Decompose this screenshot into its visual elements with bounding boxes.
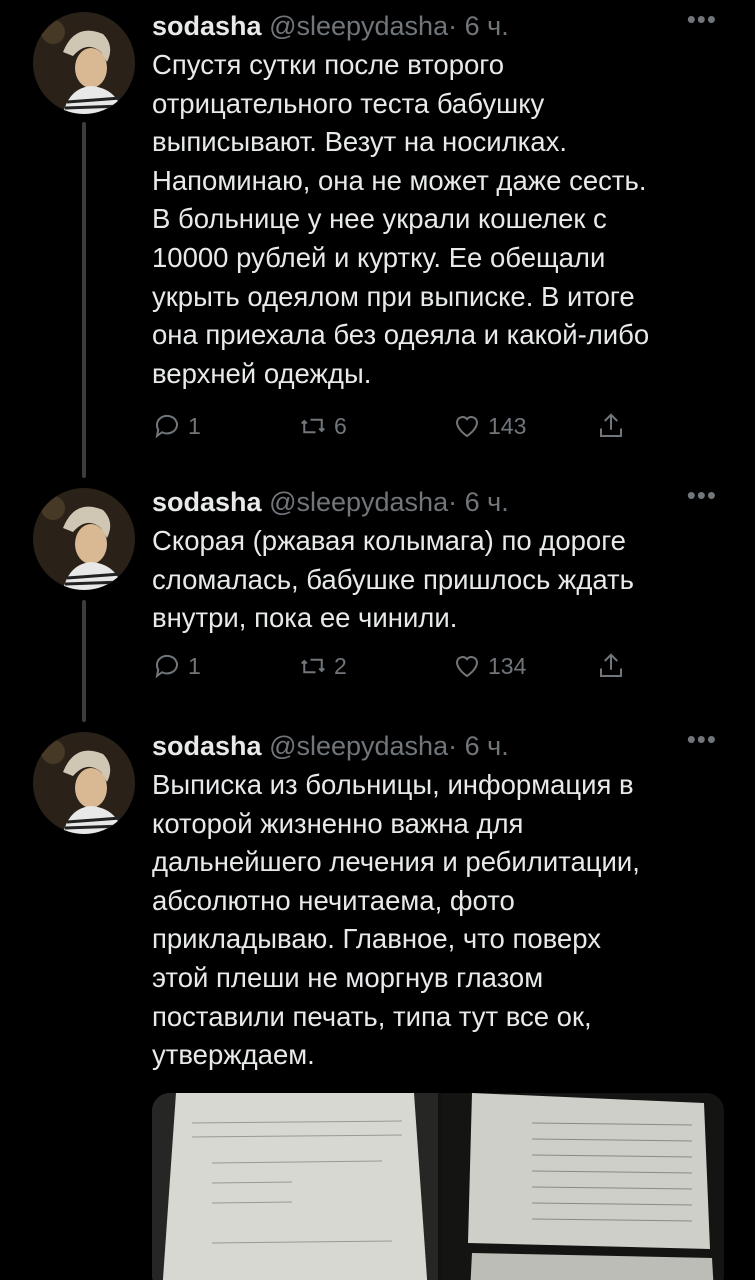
more-icon[interactable]: ••• xyxy=(687,4,717,35)
avatar[interactable] xyxy=(33,488,135,590)
retweet-button[interactable]: 2 xyxy=(298,651,347,681)
separator: · xyxy=(448,11,458,41)
avatar[interactable] xyxy=(33,732,135,834)
photo-1[interactable] xyxy=(152,1093,438,1280)
reply-icon xyxy=(155,654,178,679)
avatar[interactable] xyxy=(33,12,135,114)
author-handle[interactable]: @sleepydasha xyxy=(269,487,448,517)
text-line: этой плеши не моргнув глазом xyxy=(152,961,544,993)
retweet-count: 6 xyxy=(334,412,347,439)
separator: · xyxy=(448,731,458,761)
text-line: поставили печать, типа тут все ок, xyxy=(152,1000,592,1032)
timeline: sodasha @sleepydasha· 6 ч. ••• Спустя су… xyxy=(0,0,755,1280)
retweet-icon xyxy=(301,418,325,434)
tweet-actions: 1 6 143 xyxy=(152,411,652,445)
text-line: она приехала без одеяла и какой-либо xyxy=(152,319,650,351)
reply-count: 1 xyxy=(188,412,201,439)
share-icon xyxy=(600,653,622,677)
text-line: верхней одежды. xyxy=(152,357,372,389)
text-line: Выписка из больницы, информация в xyxy=(152,769,634,800)
like-icon xyxy=(455,416,479,438)
text-line: Напоминаю, она не может даже сесть. xyxy=(152,164,647,196)
tweet-text: Выписка из больницы, информация в которо… xyxy=(152,766,732,1075)
separator: · xyxy=(448,487,458,517)
text-line: 10000 рублей и куртку. Ее обещали xyxy=(152,241,606,273)
more-icon[interactable]: ••• xyxy=(687,724,717,755)
timestamp[interactable]: 6 ч. xyxy=(465,11,509,41)
document-photo-1 xyxy=(152,1093,438,1280)
reply-button[interactable]: 1 xyxy=(152,651,201,681)
author-handle[interactable]: @sleepydasha xyxy=(269,11,448,41)
reply-count: 1 xyxy=(188,652,201,679)
tweet-actions: 1 2 134 xyxy=(152,651,652,685)
photo-2[interactable] xyxy=(442,1093,724,1280)
like-count: 134 xyxy=(488,652,527,679)
author-name[interactable]: sodasha xyxy=(152,11,262,41)
like-icon xyxy=(455,656,479,678)
avatar-image xyxy=(33,732,135,834)
reply-icon xyxy=(155,414,178,439)
like-button[interactable]: 134 xyxy=(452,651,526,681)
media-attachment[interactable] xyxy=(152,1093,724,1280)
text-line: сломалась, бабушке пришлось ждать xyxy=(152,563,634,595)
text-line: внутри, пока ее чинили. xyxy=(152,602,458,634)
text-line: которой жизненно важна для xyxy=(152,807,524,839)
text-line: дальнейшего лечения и ребилитации, xyxy=(152,846,640,878)
text-line: укрыть одеялом при выписке. В итоге xyxy=(152,280,635,312)
thread-line-1 xyxy=(82,122,86,478)
share-icon xyxy=(600,413,622,437)
author-name[interactable]: sodasha xyxy=(152,731,262,761)
tweet-header: sodasha @sleepydasha· 6 ч. xyxy=(152,728,509,764)
retweet-count: 2 xyxy=(334,652,347,679)
timestamp[interactable]: 6 ч. xyxy=(465,487,509,517)
author-name[interactable]: sodasha xyxy=(152,487,262,517)
retweet-icon xyxy=(301,658,325,674)
document-photo-2 xyxy=(442,1093,724,1280)
timestamp[interactable]: 6 ч. xyxy=(465,731,509,761)
more-icon[interactable]: ••• xyxy=(687,480,717,511)
share-button[interactable] xyxy=(596,411,626,441)
text-line: отрицательного теста бабушку xyxy=(152,87,545,119)
tweet-text: Спустя сутки после второго отрицательног… xyxy=(152,46,732,393)
tweet-header: sodasha @sleepydasha· 6 ч. xyxy=(152,484,509,520)
like-button[interactable]: 143 xyxy=(452,411,526,441)
text-line: абсолютно нечитаема, фото xyxy=(152,884,515,916)
text-line: выписывают. Везут на носилках. xyxy=(152,126,567,158)
text-line: Скорая (ржавая колымага) по дороге xyxy=(152,525,626,556)
text-line: утверждаем. xyxy=(152,1039,315,1071)
avatar-image xyxy=(33,488,135,590)
author-handle[interactable]: @sleepydasha xyxy=(269,731,448,761)
tweet-header: sodasha @sleepydasha· 6 ч. xyxy=(152,8,509,44)
reply-button[interactable]: 1 xyxy=(152,411,201,441)
share-button[interactable] xyxy=(596,651,626,681)
thread-line-2 xyxy=(82,600,86,722)
text-line: Спустя сутки после второго xyxy=(152,49,505,80)
like-count: 143 xyxy=(488,412,527,439)
text-line: В больнице у нее украли кошелек с xyxy=(152,203,607,235)
tweet-text: Скорая (ржавая колымага) по дороге слома… xyxy=(152,522,732,638)
avatar-image xyxy=(33,12,135,114)
retweet-button[interactable]: 6 xyxy=(298,411,347,441)
text-line: прикладываю. Главное, что поверх xyxy=(152,923,601,955)
